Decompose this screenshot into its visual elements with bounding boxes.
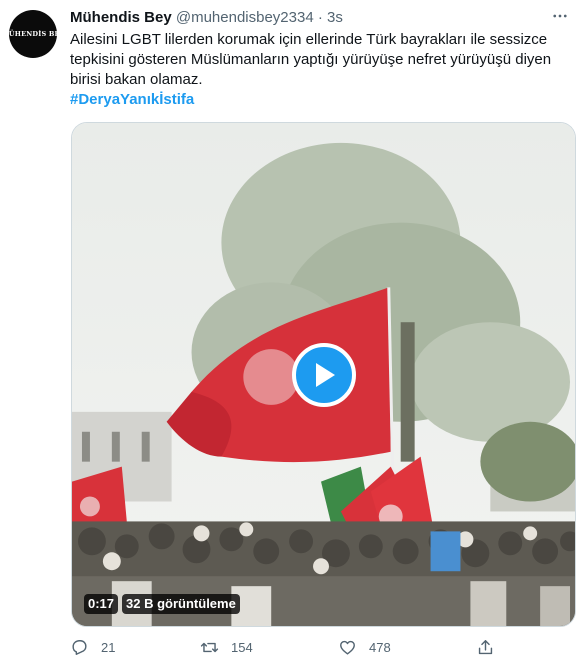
- separator-dot: ·: [317, 9, 323, 26]
- tweet-time[interactable]: 3s: [327, 9, 343, 26]
- video-views: 32 B görüntüleme: [122, 594, 240, 614]
- video-badges: 0:17 32 B görüntüleme: [84, 594, 240, 614]
- author-handle[interactable]: @muhendisbey2334: [176, 9, 314, 26]
- like-button[interactable]: 478: [338, 638, 391, 657]
- tweet-header: Mühendis Bey @muhendisbey2334 · 3s: [70, 8, 343, 28]
- share-icon: [478, 640, 493, 655]
- like-count: 478: [369, 640, 391, 655]
- author-name[interactable]: Mühendis Bey: [70, 9, 172, 26]
- retweet-icon: [200, 642, 219, 653]
- avatar-logo-text: MÜHENDİS BEY: [9, 30, 57, 38]
- reply-count: 21: [101, 640, 116, 655]
- play-button[interactable]: [292, 343, 356, 407]
- reply-icon: [72, 640, 87, 655]
- like-icon: [340, 640, 355, 655]
- retweet-count: 154: [231, 640, 253, 655]
- retweet-button[interactable]: 154: [200, 638, 253, 657]
- hashtag-link[interactable]: #DeryaYanıkİstifa: [70, 90, 194, 110]
- share-button[interactable]: [476, 638, 495, 657]
- tweet-text: Ailesini LGBT lilerden korumak için elle…: [70, 31, 552, 88]
- avatar[interactable]: MÜHENDİS BEY: [9, 10, 57, 58]
- video-duration: 0:17: [84, 594, 119, 614]
- play-icon: [316, 363, 335, 387]
- video-player[interactable]: 0:17 32 B görüntüleme: [71, 122, 576, 627]
- reply-button[interactable]: 21: [70, 638, 115, 657]
- tweet-actions: 21 154 478: [70, 638, 500, 660]
- more-icon[interactable]: [549, 8, 571, 24]
